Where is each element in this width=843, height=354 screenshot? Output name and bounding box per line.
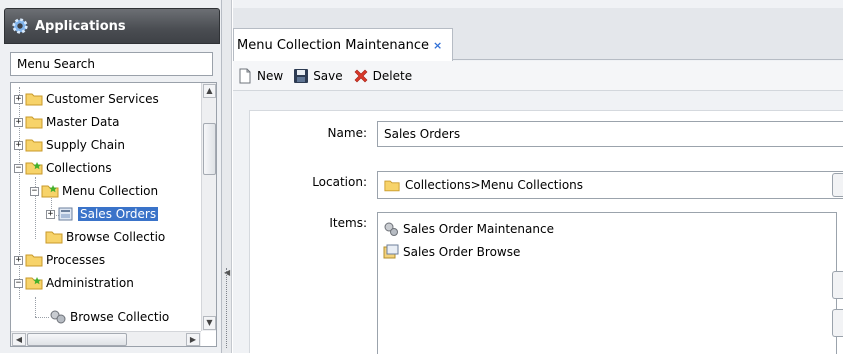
star-folder-icon: [41, 185, 59, 198]
location-picker-button[interactable]: [832, 173, 843, 197]
tree-item-label: Administration: [46, 276, 134, 290]
tree-horizontal-scrollbar[interactable]: ◀ ▶: [11, 331, 201, 346]
delete-icon: [354, 69, 368, 82]
folder-icon: [25, 139, 43, 152]
name-label: Name:: [327, 126, 367, 140]
items-side-button-2[interactable]: [832, 309, 843, 337]
tree-item-label: Sales Orders: [78, 207, 159, 221]
gears-icon: [50, 310, 66, 324]
applications-panel: Applications + Customer Services + Maste…: [0, 0, 222, 353]
expand-icon[interactable]: +: [14, 255, 23, 265]
tab-menu-collection-maintenance[interactable]: Menu Collection Maintenance ×: [233, 28, 454, 61]
tree-item-label: Collections: [46, 161, 112, 175]
tree-item-label: Menu Collection: [62, 184, 159, 198]
collection-form: Name: Sales Orders Location: Collections…: [249, 110, 843, 354]
folder-icon: [25, 93, 43, 106]
location-value: Collections>Menu Collections: [405, 178, 584, 192]
applications-header[interactable]: Applications: [4, 8, 220, 44]
new-label: New: [257, 68, 284, 83]
tree-item-label: Browse Collectio: [66, 230, 166, 244]
tree-item-menu-collection[interactable]: − Menu Collection: [30, 181, 158, 201]
name-value: Sales Orders: [384, 127, 461, 141]
save-label: Save: [313, 68, 343, 83]
list-item[interactable]: Sales Order Maintenance: [383, 221, 554, 237]
browse-icon: [383, 244, 399, 259]
tree-item-sales-orders[interactable]: + Sales Orders: [46, 204, 159, 224]
tab-strip: Menu Collection Maintenance ×: [233, 8, 843, 61]
save-icon: [294, 68, 309, 83]
menu-tree: + Customer Services + Master Data + Supp…: [10, 82, 217, 347]
applications-title: Applications: [35, 18, 126, 34]
toolbar: New Save Delete: [233, 61, 843, 91]
folder-icon: [25, 116, 43, 129]
menu-search-input[interactable]: [10, 52, 213, 76]
scroll-down-icon[interactable]: ▼: [203, 316, 216, 330]
scroll-thumb[interactable]: [27, 333, 127, 346]
tree-item-browse-collection[interactable]: Browse Collectio: [45, 227, 165, 247]
collection-icon: [58, 207, 73, 221]
scroll-thumb[interactable]: [203, 123, 216, 175]
folder-icon: [25, 254, 43, 267]
tree-item-administration[interactable]: − Administration: [14, 273, 134, 293]
location-label: Location:: [312, 175, 367, 189]
splitter-grip[interactable]: [226, 268, 228, 348]
collapse-icon[interactable]: −: [14, 163, 23, 173]
tree-item-collections[interactable]: − Collections: [14, 158, 112, 178]
new-document-icon: [239, 68, 251, 83]
scroll-left-icon[interactable]: ◀: [12, 333, 26, 346]
delete-button[interactable]: Delete: [353, 68, 412, 84]
star-folder-icon: [25, 277, 43, 290]
main-area: Menu Collection Maintenance × New Save D…: [233, 0, 843, 354]
tree-item-supply-chain[interactable]: + Supply Chain: [14, 135, 125, 155]
tree-item-label: Processes: [46, 253, 106, 267]
save-button[interactable]: Save: [293, 68, 343, 84]
new-button[interactable]: New: [237, 68, 283, 84]
scroll-right-icon[interactable]: ▶: [186, 333, 200, 346]
item-label: Sales Order Browse: [403, 245, 521, 259]
location-field[interactable]: Collections>Menu Collections: [377, 171, 843, 199]
tree-item-label: Customer Services: [46, 92, 159, 106]
panel-splitter[interactable]: ◀: [222, 0, 232, 353]
close-icon[interactable]: ×: [433, 39, 442, 52]
gear-icon: [12, 18, 28, 34]
items-label: Items:: [329, 216, 367, 230]
expand-icon[interactable]: +: [14, 94, 23, 104]
expand-icon[interactable]: +: [14, 140, 23, 150]
folder-icon: [384, 180, 400, 191]
tree-item-label: Master Data: [46, 115, 120, 129]
expand-icon[interactable]: +: [46, 209, 55, 219]
tree-item-customer-services[interactable]: + Customer Services: [14, 89, 159, 109]
list-item[interactable]: Sales Order Browse: [383, 244, 520, 260]
scroll-up-icon[interactable]: ▲: [203, 84, 216, 98]
tree-item-label: Browse Collectio: [70, 310, 170, 324]
collapse-icon[interactable]: −: [30, 186, 39, 196]
item-label: Sales Order Maintenance: [403, 222, 554, 236]
tab-label: Menu Collection Maintenance: [237, 37, 429, 53]
tree-item-processes[interactable]: + Processes: [14, 250, 105, 270]
items-side-button[interactable]: [832, 271, 843, 299]
tree-vertical-scrollbar[interactable]: ▲ ▼: [201, 83, 216, 331]
folder-icon: [45, 231, 63, 244]
tree-item-master-data[interactable]: + Master Data: [14, 112, 119, 132]
star-folder-icon: [25, 162, 43, 175]
tree-item-label: Supply Chain: [46, 138, 125, 152]
delete-label: Delete: [372, 68, 413, 83]
name-field[interactable]: Sales Orders: [377, 121, 843, 147]
gears-icon: [384, 222, 398, 236]
tree-item-browse-collection-2[interactable]: Browse Collectio: [49, 307, 169, 327]
items-list[interactable]: Sales Order Maintenance Sales Order Brow…: [377, 212, 837, 354]
collapse-icon[interactable]: −: [14, 278, 23, 288]
expand-icon[interactable]: +: [14, 117, 23, 127]
